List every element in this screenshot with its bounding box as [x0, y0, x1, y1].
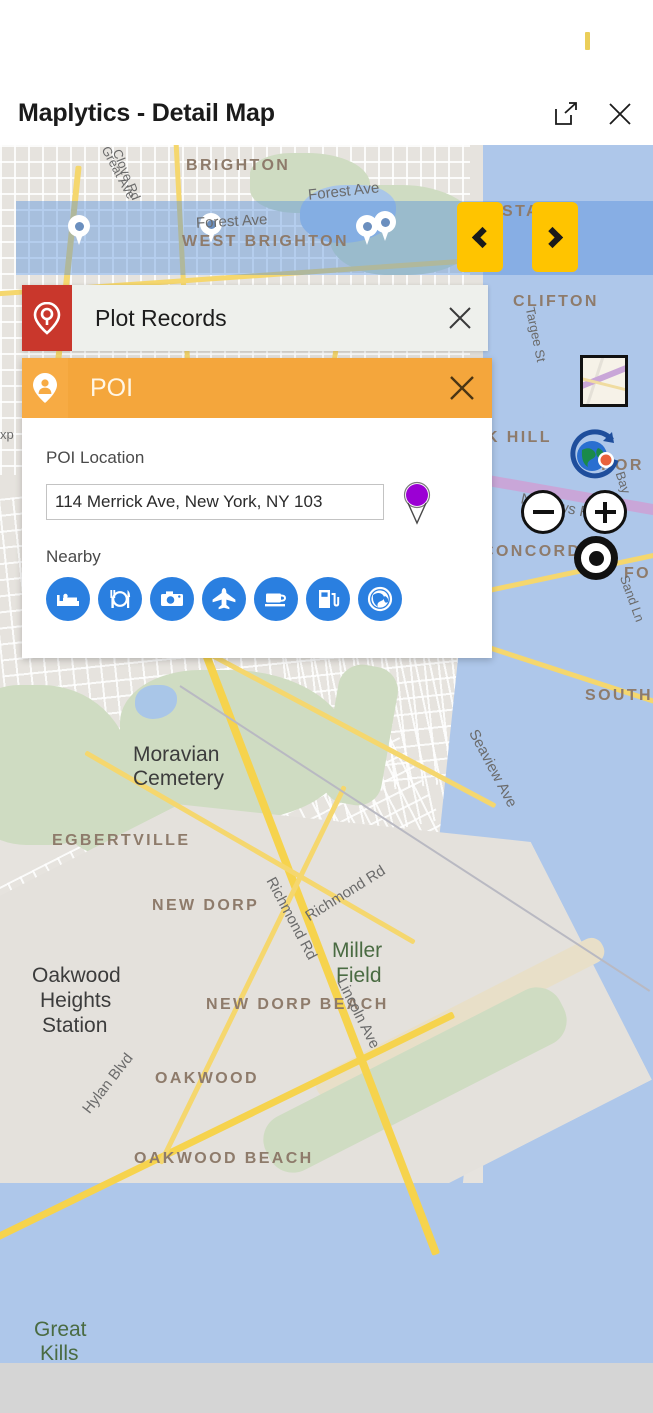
detail-map-window: Maplytics - Detail Map BRIGHTON WEST BRI…	[0, 0, 653, 1413]
reset-view-button[interactable]	[562, 426, 626, 490]
location-search-pin-icon	[33, 301, 61, 335]
zoom-in-button[interactable]	[583, 490, 627, 534]
nearby-gas-station-button[interactable]	[306, 577, 350, 621]
other-globe-icon	[367, 586, 393, 612]
poi-pick-location-pin-button[interactable]	[400, 479, 434, 525]
person-pin-icon	[33, 373, 57, 403]
popout-button[interactable]	[551, 99, 581, 129]
nearby-restaurant-button[interactable]	[98, 577, 142, 621]
purple-map-pin-icon	[403, 481, 431, 525]
locate-me-icon	[588, 550, 604, 566]
chevron-left-icon	[471, 226, 494, 248]
poi-icon-block	[22, 358, 68, 418]
titlebar-actions	[551, 99, 635, 129]
nearby-other-button[interactable]	[358, 577, 402, 621]
plot-records-panel[interactable]: Plot Records	[22, 285, 488, 351]
nearby-airport-button[interactable]	[202, 577, 246, 621]
map-prev-button[interactable]	[457, 202, 503, 272]
poi-nearby-icons	[46, 577, 468, 621]
gas-station-icon	[319, 590, 340, 608]
airport-icon	[212, 588, 236, 610]
window-titlebar: Maplytics - Detail Map	[0, 82, 653, 145]
restaurant-icon	[110, 590, 131, 608]
device-home-area	[0, 1363, 653, 1413]
zoom-out-button[interactable]	[521, 490, 565, 534]
poi-nearby-label: Nearby	[46, 547, 101, 566]
map-pin[interactable]	[68, 215, 90, 245]
top-strip	[0, 0, 653, 82]
poi-panel-title: POI	[90, 373, 134, 402]
poi-location-input[interactable]	[46, 484, 384, 520]
nearby-hotel-button[interactable]	[46, 577, 90, 621]
plot-records-close-button[interactable]	[432, 285, 488, 351]
poi-panel-close-button[interactable]	[432, 358, 492, 418]
yellow-marker-sliver	[585, 32, 590, 50]
map-water-bottom	[0, 1183, 653, 1363]
globe-reset-icon	[570, 429, 619, 479]
poi-location-row	[46, 479, 468, 525]
close-icon	[609, 102, 631, 125]
poi-panel[interactable]: POI POI Location N	[22, 358, 492, 658]
map-next-button[interactable]	[532, 202, 578, 272]
poi-panel-body: POI Location Nearby	[22, 418, 492, 621]
minus-icon	[532, 510, 554, 514]
close-window-button[interactable]	[605, 99, 635, 129]
page-title: Maplytics - Detail Map	[18, 99, 275, 127]
poi-panel-header: POI	[22, 358, 492, 418]
poi-location-label: POI Location	[46, 448, 145, 467]
map-type-toggle[interactable]	[580, 355, 628, 407]
map-pin[interactable]	[200, 213, 222, 243]
popout-icon	[555, 101, 577, 125]
nearby-attraction-button[interactable]	[150, 577, 194, 621]
coffee-shop-icon	[265, 593, 287, 607]
plot-records-icon-block	[22, 285, 72, 351]
nearby-cafe-button[interactable]	[254, 577, 298, 621]
map-water-right	[483, 145, 653, 1363]
close-icon	[449, 307, 471, 329]
attraction-camera-icon	[161, 591, 183, 606]
chevron-right-icon	[541, 226, 564, 248]
locate-me-button[interactable]	[574, 536, 618, 580]
map-pin[interactable]	[374, 211, 396, 241]
close-icon	[450, 376, 474, 400]
plot-records-title: Plot Records	[95, 304, 227, 331]
hotel-icon	[57, 593, 79, 606]
